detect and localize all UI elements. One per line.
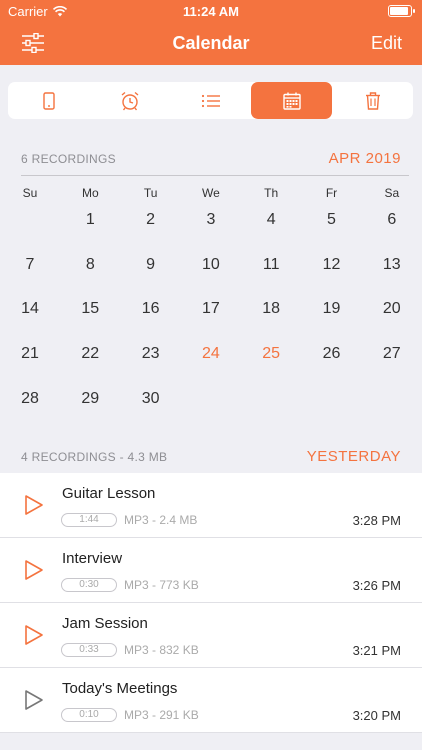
play-icon[interactable]: [24, 689, 44, 711]
recording-row[interactable]: Guitar Lesson 1:44 MP3 - 2.4 MB 3:28 PM: [0, 473, 422, 538]
calendar-day[interactable]: 15: [70, 300, 110, 318]
recording-time: 3:20 PM: [352, 708, 401, 723]
calendar-day[interactable]: 9: [131, 256, 171, 274]
recording-row[interactable]: Jam Session 0:33 MP3 - 832 KB 3:21 PM: [0, 603, 422, 668]
calendar-day[interactable]: 1: [70, 211, 110, 229]
date-label: YESTERDAY: [306, 448, 401, 465]
recording-row[interactable]: Interview 0:30 MP3 - 773 KB 3:26 PM: [0, 538, 422, 603]
calendar-day[interactable]: 5: [312, 211, 352, 229]
navigation-bar: Calendar Edit: [0, 22, 422, 65]
duration-pill: 0:30: [61, 578, 117, 592]
recording-time: 3:28 PM: [352, 513, 401, 528]
calendar-day[interactable]: 30: [131, 390, 171, 408]
calendar-day[interactable]: 12: [312, 256, 352, 274]
recording-title: Guitar Lesson: [62, 485, 156, 502]
calendar-day[interactable]: 8: [70, 256, 110, 274]
battery-icon: [388, 5, 415, 17]
month-label[interactable]: APR 2019: [329, 150, 401, 167]
status-time: 11:24 AM: [183, 4, 239, 19]
calendar-day[interactable]: 18: [251, 300, 291, 318]
tab-calendar[interactable]: [251, 82, 332, 119]
calendar-day[interactable]: 11: [251, 256, 291, 274]
recordings-summary: 4 RECORDINGS - 4.3 MB: [21, 449, 168, 464]
calendar-day[interactable]: 26: [312, 345, 352, 363]
calendar-day[interactable]: 6: [372, 211, 412, 229]
file-info: MP3 - 2.4 MB: [124, 513, 198, 527]
weekday-label: Tu: [143, 186, 158, 200]
calendar-day[interactable]: 3: [191, 211, 231, 229]
top-bar: Carrier 11:24 AM Calendar Edit: [0, 0, 422, 65]
weekday-header: Su Mo Tu We Th Fr Sa: [0, 186, 422, 202]
recording-list: Guitar Lesson 1:44 MP3 - 2.4 MB 3:28 PM Inte…: [0, 473, 422, 733]
file-info: MP3 - 291 KB: [124, 708, 199, 722]
calendar-day[interactable]: 20: [372, 300, 412, 318]
weekday-label: Th: [264, 186, 279, 200]
recordings-header: 4 RECORDINGS - 4.3 MB YESTERDAY: [21, 448, 401, 465]
play-icon[interactable]: [24, 559, 44, 581]
calendar-day[interactable]: 7: [10, 256, 50, 274]
calendar-day[interactable]: 29: [70, 390, 110, 408]
weekday-label: Su: [22, 186, 38, 200]
calendar-day[interactable]: 25: [251, 345, 291, 363]
recordings-count: 6 RECORDINGS: [21, 151, 116, 166]
page-title: Calendar: [172, 33, 250, 53]
recording-title: Jam Session: [62, 615, 148, 632]
tab-alarm[interactable]: [89, 82, 170, 119]
calendar-day[interactable]: 16: [131, 300, 171, 318]
alarm-clock-icon: [121, 91, 138, 110]
duration-pill: 1:44: [61, 513, 117, 527]
calendar-day[interactable]: 2: [131, 211, 171, 229]
calendar-day[interactable]: 24: [191, 345, 231, 363]
calendar-day[interactable]: 4: [251, 211, 291, 229]
recording-row[interactable]: Today's Meetings 0:10 MP3 - 291 KB 3:20 PM: [0, 668, 422, 733]
list-icon: [201, 94, 220, 107]
file-info: MP3 - 773 KB: [124, 578, 199, 592]
recording-title: Today's Meetings: [62, 680, 178, 697]
calendar-day[interactable]: 22: [70, 345, 110, 363]
duration-pill: 0:33: [61, 643, 117, 657]
calendar-day[interactable]: 28: [10, 390, 50, 408]
recording-time: 3:21 PM: [352, 643, 401, 658]
view-mode-selector: [8, 82, 413, 119]
weekday-label: Fr: [325, 186, 338, 200]
calendar-day[interactable]: 27: [372, 345, 412, 363]
calendar-day[interactable]: 23: [131, 345, 171, 363]
calendar-day[interactable]: 10: [191, 256, 231, 274]
trash-icon: [365, 91, 380, 110]
tab-device[interactable]: [8, 82, 89, 119]
calendar-day[interactable]: 19: [312, 300, 352, 318]
phone-icon: [42, 91, 55, 110]
calendar-day[interactable]: 13: [372, 256, 412, 274]
play-icon[interactable]: [24, 494, 44, 516]
weekday-label: Mo: [81, 186, 99, 200]
tab-trash[interactable]: [332, 82, 413, 119]
edit-button[interactable]: Edit: [371, 33, 402, 54]
calendar-icon: [282, 92, 301, 110]
weekday-label: Sa: [384, 186, 400, 200]
recording-title: Interview: [62, 550, 123, 567]
calendar-header: 6 RECORDINGS APR 2019: [21, 150, 401, 167]
duration-pill: 0:10: [61, 708, 117, 722]
divider: [21, 175, 409, 176]
battery-level: [390, 7, 409, 15]
calendar-day[interactable]: 14: [10, 300, 50, 318]
calendar-day[interactable]: 21: [10, 345, 50, 363]
play-icon[interactable]: [24, 624, 44, 646]
file-info: MP3 - 832 KB: [124, 643, 199, 657]
weekday-label: We: [201, 186, 220, 200]
tab-list[interactable]: [170, 82, 251, 119]
status-bar: Carrier 11:24 AM: [0, 0, 422, 22]
recording-time: 3:26 PM: [352, 578, 401, 593]
calendar-day[interactable]: 17: [191, 300, 231, 318]
